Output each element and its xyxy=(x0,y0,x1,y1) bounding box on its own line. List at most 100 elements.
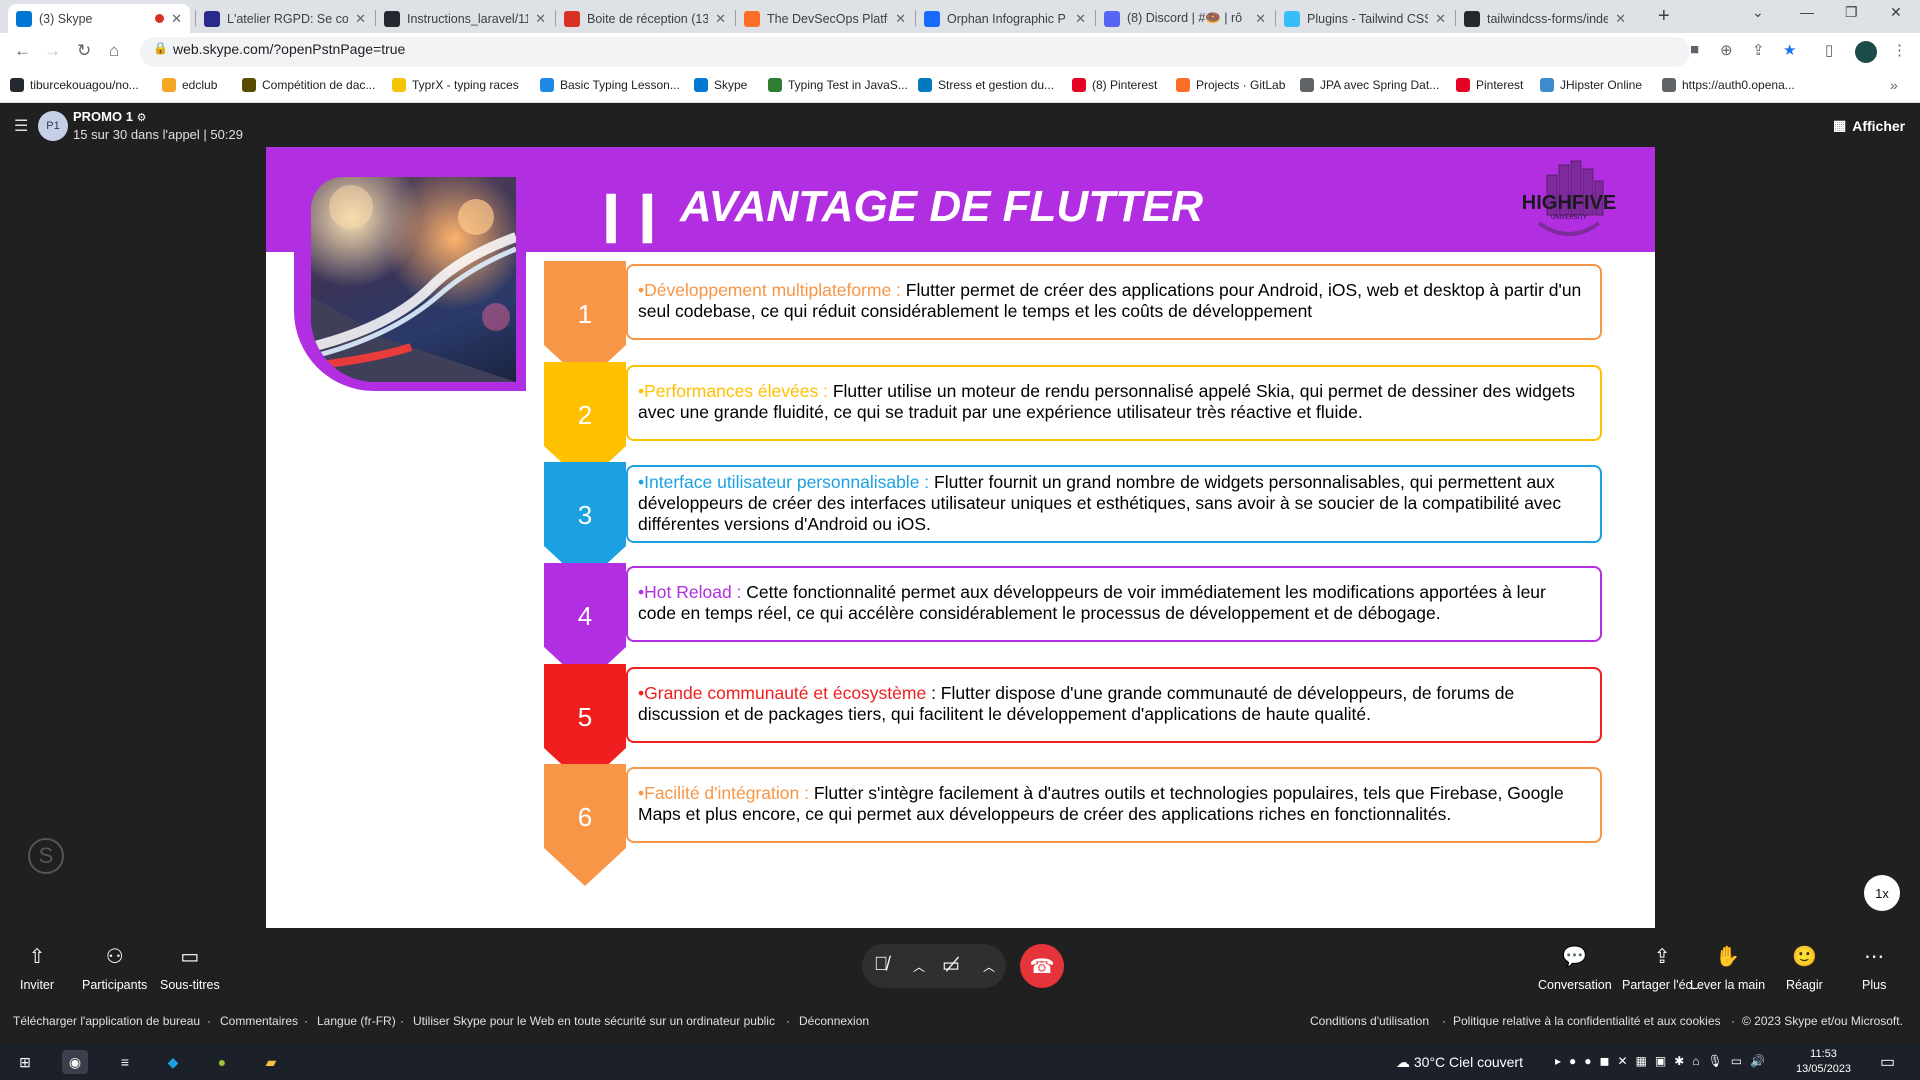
footer-link[interactable]: Télécharger l'application de bureau xyxy=(13,1014,200,1028)
bookmark-item[interactable]: Typing Test in JavaS... xyxy=(768,78,908,92)
browser-tab[interactable]: L'atelier RGPD: Se con ✕ xyxy=(196,4,374,33)
chrome-taskbar-icon[interactable]: ◉ xyxy=(62,1050,88,1074)
toolbar-button-participants[interactable]: ⚇ Participants xyxy=(82,944,147,992)
bookmark-item[interactable]: tiburcekouagou/no... xyxy=(10,78,139,92)
bookmark-item[interactable]: edclub xyxy=(162,78,217,92)
toolbar-button-inviter[interactable]: ⇧ Inviter xyxy=(20,944,54,992)
menu-icon[interactable]: ☰ xyxy=(14,116,28,136)
lock-icon[interactable]: 🔒 xyxy=(153,41,168,55)
camera-icon[interactable]: ■ xyxy=(1690,41,1699,58)
bookmark-label: Skype xyxy=(714,78,748,92)
toolbar-button-more[interactable]: ⋯ Plus xyxy=(1862,944,1886,992)
edge-taskbar-icon[interactable]: ◆ xyxy=(160,1050,186,1074)
forward-icon[interactable]: → xyxy=(44,41,61,61)
toolbar-button-hand[interactable]: ✋ Lever la main xyxy=(1690,944,1765,992)
step-number: 6 xyxy=(577,802,593,832)
tab-divider xyxy=(915,10,916,26)
browser-tab[interactable]: Orphan Infographic P ✕ xyxy=(916,4,1094,33)
hang-up-button[interactable]: ☎ xyxy=(1020,944,1064,988)
close-icon[interactable]: ✕ xyxy=(1255,11,1266,27)
browser-tab[interactable]: Boite de réception (13 ✕ xyxy=(556,4,734,33)
close-icon[interactable]: ✕ xyxy=(355,11,366,27)
close-icon[interactable]: ✕ xyxy=(895,11,906,27)
tab-label: L'atelier RGPD: Se con xyxy=(227,11,349,26)
close-icon[interactable]: ✕ xyxy=(1435,11,1446,27)
url-text[interactable]: web.skype.com/?openPstnPage=true xyxy=(173,41,405,57)
new-tab-button[interactable]: + xyxy=(1658,5,1670,28)
minimize-icon[interactable]: — xyxy=(1800,4,1814,20)
bookmark-item[interactable]: JPA avec Spring Dat... xyxy=(1300,78,1439,92)
mic-muted-icon[interactable]: 🎙̸ xyxy=(874,954,888,976)
more-bookmarks-icon[interactable]: » xyxy=(1890,77,1898,93)
bookmark-item[interactable]: Compétition de dac... xyxy=(242,78,375,92)
settings-gear-icon[interactable]: ⚙ xyxy=(137,112,147,124)
view-toggle-button[interactable]: ▦ Afficher xyxy=(1833,117,1905,134)
close-icon[interactable]: ✕ xyxy=(715,11,726,27)
footer-link[interactable]: Langue (fr-FR) xyxy=(317,1014,396,1028)
bookmark-item[interactable]: (8) Pinterest xyxy=(1072,78,1157,92)
notifications-icon[interactable]: ▭ xyxy=(1880,1052,1895,1072)
app-taskbar-icon[interactable]: ≡ xyxy=(112,1050,138,1074)
browser-tab[interactable]: Instructions_laravel/11 ✕ xyxy=(376,4,554,33)
bookmark-item[interactable]: JHipster Online xyxy=(1540,78,1642,92)
reload-icon[interactable]: ↻ xyxy=(77,41,91,61)
clock[interactable]: 11:53 13/05/2023 xyxy=(1796,1047,1851,1077)
footer-link[interactable]: Commentaires xyxy=(220,1014,298,1028)
footer-link[interactable]: Politique relative à la confidentialité … xyxy=(1453,1014,1721,1028)
playback-speed-button[interactable]: 1x xyxy=(1864,875,1900,911)
advantage-heading: •Grande communauté et écosystème xyxy=(638,683,927,703)
participants-icon: ⚇ xyxy=(105,946,124,968)
file-explorer-icon[interactable]: ▰ xyxy=(258,1050,284,1074)
back-icon[interactable]: ← xyxy=(14,41,31,61)
tab-search-icon[interactable]: ⌄ xyxy=(1752,4,1764,21)
group-avatar[interactable]: P1 xyxy=(38,111,68,141)
advantage-heading: •Hot Reload : xyxy=(638,582,742,602)
profile-avatar[interactable] xyxy=(1855,41,1877,63)
advantage-heading: •Développement multiplateforme : xyxy=(638,280,901,300)
weather-widget[interactable]: ☁ 30°C Ciel couvert xyxy=(1396,1054,1523,1071)
globe-icon xyxy=(1662,78,1676,92)
toolbar-button-chat[interactable]: 💬 Conversation xyxy=(1538,944,1612,992)
camera-off-icon[interactable]: ▭̸ xyxy=(942,954,960,977)
mic-options-icon[interactable]: ︿ xyxy=(913,958,925,975)
bookmark-item[interactable]: Basic Typing Lesson... xyxy=(540,78,680,92)
toolbar-button-react[interactable]: 🙂 Réagir xyxy=(1786,944,1823,992)
bookmark-item[interactable]: Stress et gestion du... xyxy=(918,78,1054,92)
browser-tab[interactable]: (3) Skype ✕ xyxy=(8,4,190,33)
bookmark-item[interactable]: Projects · GitLab xyxy=(1176,78,1285,92)
globe-icon xyxy=(1300,78,1314,92)
app2-taskbar-icon[interactable]: ● xyxy=(209,1050,235,1074)
close-icon[interactable]: ✕ xyxy=(171,11,182,27)
bookmark-item[interactable]: https://auth0.opena... xyxy=(1662,78,1795,92)
bookmark-item[interactable]: Skype xyxy=(694,78,747,92)
system-tray-icons[interactable]: ▸●●◼✕▦▣✱⌂🎙▭🔊 xyxy=(1555,1054,1773,1068)
step-number: 2 xyxy=(577,400,593,430)
toolbar-button-sous-titres[interactable]: ▭ Sous-titres xyxy=(160,944,220,992)
home-icon[interactable]: ⌂ xyxy=(109,41,119,61)
call-title[interactable]: PROMO 1 ⚙ xyxy=(73,109,146,124)
camera-options-icon[interactable]: ︿ xyxy=(983,958,995,975)
close-icon[interactable]: ✕ xyxy=(1075,11,1086,27)
bookmark-star-icon[interactable]: ★ xyxy=(1783,41,1796,59)
close-icon[interactable]: ✕ xyxy=(535,11,546,27)
footer-link[interactable]: Conditions d'utilisation xyxy=(1310,1014,1429,1028)
restore-icon[interactable]: ❐ xyxy=(1845,4,1858,21)
browser-tab[interactable]: Plugins - Tailwind CSS ✕ xyxy=(1276,4,1454,33)
bookmark-item[interactable]: TyprX - typing races xyxy=(392,78,519,92)
bookmark-item[interactable]: Pinterest xyxy=(1456,78,1523,92)
footer-link[interactable]: Déconnexion xyxy=(799,1014,869,1028)
chat-icon: 💬 xyxy=(1562,946,1588,968)
zoom-icon[interactable]: ⊕ xyxy=(1720,41,1733,59)
footer-link[interactable]: Utiliser Skype pour le Web en toute sécu… xyxy=(413,1014,775,1028)
close-window-icon[interactable]: ✕ xyxy=(1890,4,1902,21)
windows-start-icon[interactable]: ⊞ xyxy=(12,1050,38,1074)
svg-text:HIGHFIVE: HIGHFIVE xyxy=(1522,192,1616,214)
arrow-tip xyxy=(544,848,626,886)
side-panel-icon[interactable]: ▯ xyxy=(1825,41,1833,59)
browser-tab[interactable]: (8) Discord | #🍩 | rô ✕ xyxy=(1096,4,1274,33)
share-page-icon[interactable]: ⇪ xyxy=(1752,41,1765,59)
browser-menu-icon[interactable]: ⋮ xyxy=(1892,41,1907,59)
browser-tab[interactable]: The DevSecOps Platfo ✕ xyxy=(736,4,914,33)
close-icon[interactable]: ✕ xyxy=(1615,11,1626,27)
browser-tab[interactable]: tailwindcss-forms/inde ✕ xyxy=(1456,4,1634,33)
